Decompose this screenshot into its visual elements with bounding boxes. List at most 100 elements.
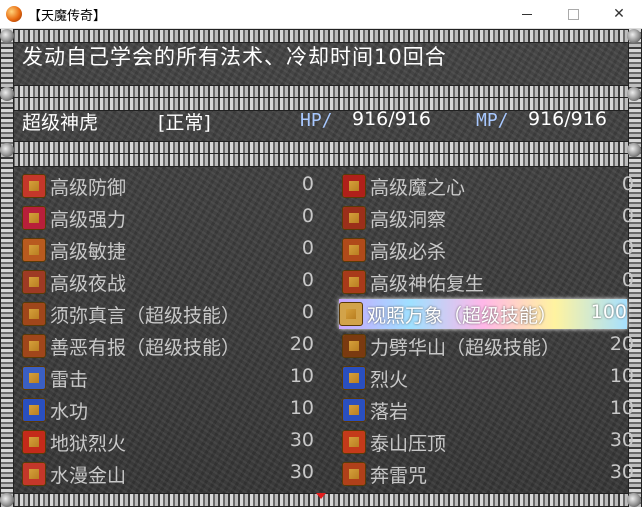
all-seeing-icon <box>339 302 363 326</box>
app-icon <box>6 6 22 22</box>
skill-item[interactable]: 高级强力 0 <box>22 203 314 233</box>
skull-ornament <box>0 29 14 43</box>
skill-name: 高级敏捷 <box>50 241 127 263</box>
skill-cost: 0 <box>621 205 634 227</box>
skill-item[interactable]: 烈火 10 <box>342 363 634 393</box>
skill-name: 落岩 <box>370 401 409 423</box>
skill-cost: 20 <box>289 333 314 355</box>
flood-icon <box>22 462 46 486</box>
hp-label: HP/ <box>300 110 333 131</box>
skull-ornament <box>0 143 14 157</box>
skill-cost: 20 <box>609 333 634 355</box>
revive-icon <box>342 270 366 294</box>
skill-name: 观照万象（超级技能） <box>367 305 558 327</box>
skill-name: 地狱烈火 <box>50 433 127 455</box>
scroll-down-arrow-icon[interactable] <box>316 493 326 499</box>
skill-item[interactable]: 高级神佑复生 0 <box>342 267 634 297</box>
demon-heart-icon <box>342 174 366 198</box>
hp-value: 916/916 <box>352 108 431 130</box>
skill-item[interactable]: 须弥真言（超级技能） 0 <box>22 299 314 329</box>
agility-icon <box>22 238 46 262</box>
water-icon <box>22 398 46 422</box>
mantra-icon <box>22 302 46 326</box>
actor-name: 超级神虎 <box>22 112 99 134</box>
skill-cost: 100 <box>590 301 627 323</box>
skull-ornament <box>627 493 641 507</box>
shield-icon <box>22 174 46 198</box>
chain-border-divider-4 <box>0 153 642 167</box>
skill-cost: 30 <box>289 461 314 483</box>
skill-item[interactable]: 高级防御 0 <box>22 171 314 201</box>
strength-icon <box>22 206 46 230</box>
actor-state: [正常] <box>158 112 211 134</box>
skill-cost: 30 <box>609 461 634 483</box>
skill-item[interactable]: 奔雷咒 30 <box>342 459 634 489</box>
skill-description: 发动自己学会的所有法术、冷却时间10回合 <box>22 45 447 69</box>
skull-ornament <box>627 29 641 43</box>
karma-icon <box>22 334 46 358</box>
skill-cost: 0 <box>621 237 634 259</box>
skill-cost: 0 <box>301 205 314 227</box>
rockfall-icon <box>342 398 366 422</box>
mp-label: MP/ <box>476 110 509 131</box>
minimize-button[interactable] <box>504 0 550 28</box>
skill-item[interactable]: 水漫金山 30 <box>22 459 314 489</box>
skill-item[interactable]: 善恶有报（超级技能） 20 <box>22 331 314 361</box>
minimize-icon <box>522 13 532 15</box>
skill-item[interactable]: 高级必杀 0 <box>342 235 634 265</box>
skill-name: 善恶有报（超级技能） <box>50 337 241 359</box>
sword-icon <box>342 238 366 262</box>
skill-cost: 0 <box>301 269 314 291</box>
game-screen: 发动自己学会的所有法术、冷却时间10回合 超级神虎 [正常] HP/ 916/9… <box>0 29 642 507</box>
skill-name: 高级魔之心 <box>370 177 466 199</box>
skill-cost: 0 <box>621 269 634 291</box>
skill-item[interactable]: 高级夜战 0 <box>22 267 314 297</box>
night-icon <box>22 270 46 294</box>
skill-name: 高级洞察 <box>370 209 447 231</box>
skill-item[interactable]: 力劈华山（超级技能） 20 <box>342 331 634 361</box>
skill-name: 力劈华山（超级技能） <box>370 337 561 359</box>
skill-item[interactable]: 地狱烈火 30 <box>22 427 314 457</box>
window-title: 【天魔传奇】 <box>28 9 107 24</box>
lightning-icon <box>22 366 46 390</box>
hellfire-icon <box>22 430 46 454</box>
skill-item[interactable]: 雷击 10 <box>22 363 314 393</box>
thunder-curse-icon <box>342 462 366 486</box>
skull-ornament <box>627 143 641 157</box>
skill-cost: 30 <box>609 429 634 451</box>
skill-name: 高级神佑复生 <box>370 273 485 295</box>
cleave-icon <box>342 334 366 358</box>
skill-name: 高级夜战 <box>50 273 127 295</box>
skull-ornament <box>0 87 14 101</box>
skill-item[interactable]: 泰山压顶 30 <box>342 427 634 457</box>
skull-ornament <box>0 493 14 507</box>
skull-ornament <box>627 87 641 101</box>
skill-item[interactable]: 高级洞察 0 <box>342 203 634 233</box>
skill-item[interactable]: 高级敏捷 0 <box>22 235 314 265</box>
skill-name: 须弥真言（超级技能） <box>50 305 241 327</box>
skill-name: 奔雷咒 <box>370 465 428 487</box>
skill-cost: 30 <box>289 429 314 451</box>
skill-name: 烈火 <box>370 369 409 391</box>
skill-cost: 0 <box>621 173 634 195</box>
skill-item-selected[interactable]: 观照万象（超级技能） 100 <box>339 299 627 329</box>
window-titlebar: 【天魔传奇】 ✕ <box>0 0 642 29</box>
close-button[interactable]: ✕ <box>596 0 642 28</box>
skill-cost: 0 <box>301 301 314 323</box>
skill-cost: 10 <box>609 397 634 419</box>
skill-name: 水漫金山 <box>50 465 127 487</box>
mp-value: 916/916 <box>528 108 607 130</box>
skill-item[interactable]: 高级魔之心 0 <box>342 171 634 201</box>
skill-name: 高级必杀 <box>370 241 447 263</box>
mountain-icon <box>342 430 366 454</box>
skill-cost: 0 <box>301 237 314 259</box>
skill-name: 雷击 <box>50 369 89 391</box>
maximize-icon <box>567 8 579 20</box>
skill-cost: 10 <box>289 365 314 387</box>
skill-name: 水功 <box>50 401 89 423</box>
skill-item[interactable]: 水功 10 <box>22 395 314 425</box>
maximize-button[interactable] <box>550 0 596 28</box>
insight-icon <box>342 206 366 230</box>
skill-cost: 0 <box>301 173 314 195</box>
skill-item[interactable]: 落岩 10 <box>342 395 634 425</box>
